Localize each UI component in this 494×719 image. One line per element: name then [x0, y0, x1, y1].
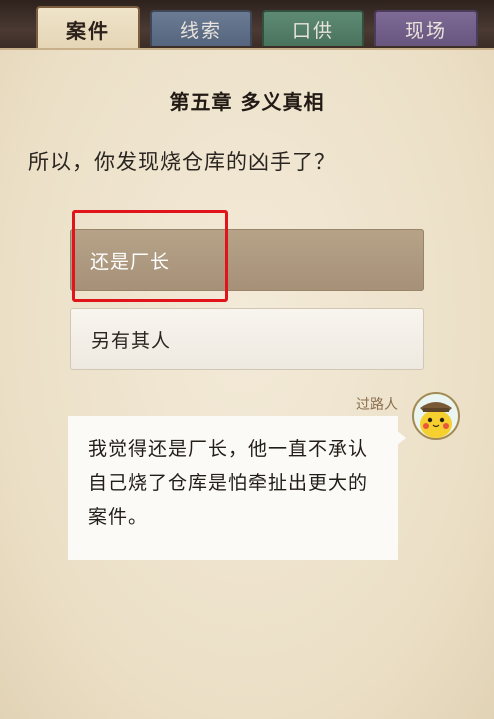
tab-case[interactable]: 案件: [36, 6, 140, 50]
option-label: 另有其人: [91, 329, 172, 352]
answer-option-factory-director[interactable]: 还是厂长: [70, 229, 424, 291]
dialogue-line: 我觉得还是厂长，他一直不承认: [88, 438, 369, 460]
speaker-name: 过路人: [356, 397, 398, 413]
tab-clues[interactable]: 线索: [150, 10, 252, 46]
chapter-title: 第五章 多义真相: [169, 90, 325, 114]
option-label: 还是厂长: [90, 250, 171, 273]
bubble-tail: [396, 430, 406, 446]
case-paper-panel: 第五章 多义真相 所以，你发现烧仓库的凶手了？ 还是厂长 另有其人 过路人 我觉…: [0, 48, 494, 719]
dialogue-line: 案件。: [88, 506, 149, 528]
tab-testimony[interactable]: 口供: [262, 10, 364, 46]
dialogue-line: 自己烧了仓库是怕牵扯出更大的: [88, 472, 369, 494]
pikachu-detective-avatar-icon: [412, 392, 460, 440]
question-text: 所以，你发现烧仓库的凶手了？: [28, 150, 336, 174]
tab-scene[interactable]: 现场: [374, 10, 478, 46]
answer-option-someone-else[interactable]: 另有其人: [70, 308, 424, 370]
dialogue-bubble: 我觉得还是厂长，他一直不承认 自己烧了仓库是怕牵扯出更大的 案件。: [68, 416, 398, 560]
